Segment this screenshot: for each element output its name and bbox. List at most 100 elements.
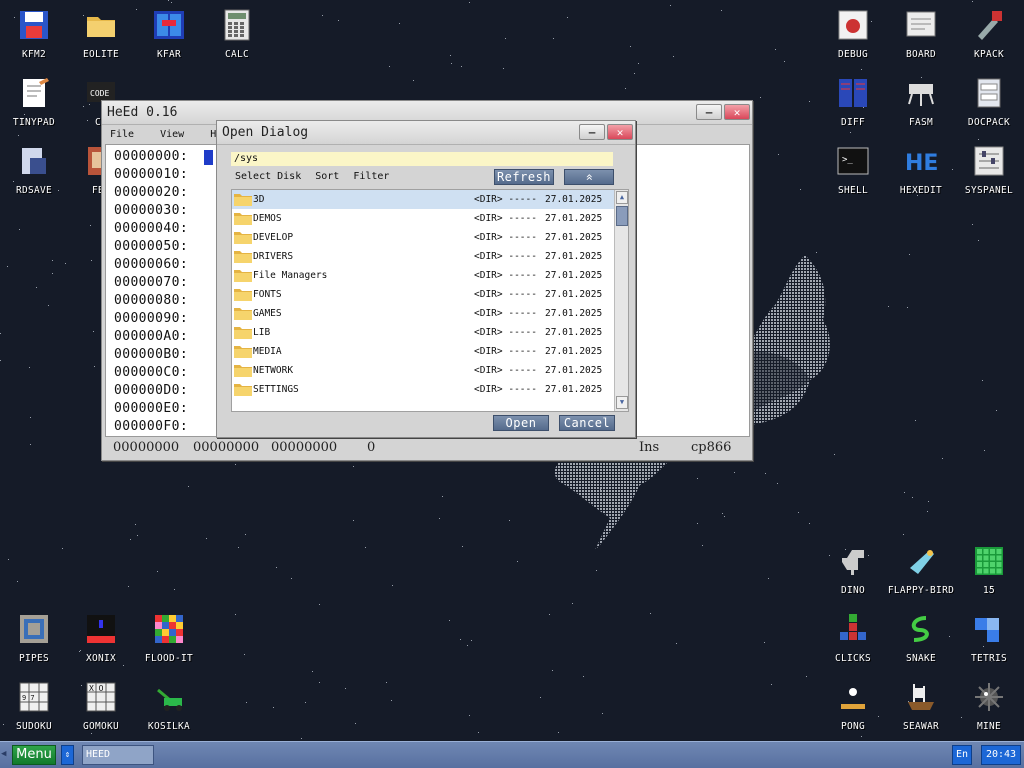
desktop-icon-eolite[interactable]: EOLITE bbox=[67, 0, 135, 66]
scroll-up-icon[interactable]: ▲ bbox=[616, 191, 628, 204]
file-row[interactable]: DEMOS <DIR> ----- 27.01.2025 bbox=[232, 209, 615, 228]
minimize-button[interactable]: – bbox=[696, 104, 722, 120]
file-row[interactable]: NETWORK <DIR> ----- 27.01.2025 bbox=[232, 361, 615, 380]
desktop-icon-debug[interactable]: DEBUG bbox=[819, 0, 887, 66]
desktop-icon-kfm2[interactable]: KFM2 bbox=[0, 0, 68, 66]
desktop-icon-board[interactable]: BOARD bbox=[887, 0, 955, 66]
scroll-thumb[interactable] bbox=[616, 206, 628, 226]
star bbox=[552, 670, 553, 671]
desktop-icon-flappy-bird[interactable]: FLAPPY-BIRD bbox=[881, 536, 961, 602]
clock[interactable]: 20:43 bbox=[981, 745, 1021, 765]
mine-icon bbox=[972, 680, 1006, 714]
star bbox=[517, 561, 518, 562]
taskbar-item-heed[interactable]: HEED bbox=[82, 745, 154, 765]
dialog-minimize-button[interactable]: – bbox=[579, 124, 605, 140]
start-menu-button[interactable]: Menu bbox=[12, 745, 56, 765]
desktop-icon-seawar[interactable]: SEAWAR bbox=[887, 672, 955, 738]
desktop-icon-flood-it[interactable]: FLOOD-IT bbox=[135, 604, 203, 670]
desktop-icon-tinypad[interactable]: TINYPAD bbox=[0, 68, 68, 134]
desktop-icon-dino[interactable]: DINO bbox=[819, 536, 887, 602]
desktop-icon-mine[interactable]: MINE bbox=[955, 672, 1023, 738]
desktop-icon-15[interactable]: 15 bbox=[955, 536, 1023, 602]
desktop-icon-xonix[interactable]: XONIX bbox=[67, 604, 135, 670]
cancel-button[interactable]: Cancel bbox=[559, 415, 615, 431]
desktop-icon-kosilka[interactable]: KOSILKA bbox=[135, 672, 203, 738]
desktop-icon-kfar[interactable]: KFAR bbox=[135, 0, 203, 66]
star bbox=[0, 333, 1, 334]
filter-menu[interactable]: Filter bbox=[353, 171, 389, 182]
file-name: FONTS bbox=[253, 289, 282, 300]
hex-offset: 000000A0: bbox=[114, 329, 189, 344]
open-dialog[interactable]: Open Dialog – ✕ /sys Select Disk Sort Fi… bbox=[216, 120, 636, 438]
desktop-icon-shell[interactable]: >_ SHELL bbox=[819, 136, 887, 202]
star bbox=[469, 715, 470, 716]
desktop-icon-hexedit[interactable]: HE HEXEDIT bbox=[887, 136, 955, 202]
file-row[interactable]: File Managers <DIR> ----- 27.01.2025 bbox=[232, 266, 615, 285]
desktop-icon-label: CLICKS bbox=[834, 653, 872, 664]
file-row[interactable]: LIB <DIR> ----- 27.01.2025 bbox=[232, 323, 615, 342]
close-button[interactable]: ✕ bbox=[724, 104, 750, 120]
file-row[interactable]: GAMES <DIR> ----- 27.01.2025 bbox=[232, 304, 615, 323]
desktop-icon-kpack[interactable]: KPACK bbox=[955, 0, 1023, 66]
file-list-scrollbar[interactable]: ▲ ▼ bbox=[614, 190, 628, 411]
desktop-icon-calc[interactable]: CALC bbox=[203, 0, 271, 66]
desktop-icon-gomoku[interactable]: X O GOMOKU bbox=[67, 672, 135, 738]
file-row[interactable]: 3D <DIR> ----- 27.01.2025 bbox=[232, 190, 615, 209]
lawnmower-icon bbox=[152, 680, 186, 714]
file-row[interactable]: DRIVERS <DIR> ----- 27.01.2025 bbox=[232, 247, 615, 266]
task-switch-button[interactable]: ⇕ bbox=[61, 745, 74, 765]
star bbox=[982, 380, 983, 381]
taskbar-left-arrow-icon[interactable]: ◀ bbox=[1, 749, 6, 759]
dialog-close-button[interactable]: ✕ bbox=[607, 124, 633, 140]
desktop-icon-rdsave[interactable]: RDSAVE bbox=[0, 136, 68, 202]
star bbox=[800, 189, 801, 190]
parent-dir-button[interactable]: » bbox=[564, 169, 614, 185]
hex-offset: 000000D0: bbox=[114, 383, 189, 398]
file-row[interactable]: MEDIA <DIR> ----- 27.01.2025 bbox=[232, 342, 615, 361]
menu-view[interactable]: View bbox=[160, 129, 184, 140]
tetris-icon bbox=[972, 612, 1006, 646]
taskbar: ◀ Menu ⇕ HEED En 20:43 bbox=[0, 741, 1024, 768]
desktop-icon-pipes[interactable]: PIPES bbox=[0, 604, 68, 670]
path-input[interactable]: /sys bbox=[231, 152, 613, 166]
open-button[interactable]: Open bbox=[493, 415, 549, 431]
file-type: <DIR> ----- bbox=[474, 327, 537, 338]
desktop-icon-diff[interactable]: DIFF bbox=[819, 68, 887, 134]
star bbox=[630, 46, 631, 47]
desktop-icon-syspanel[interactable]: SYSPANEL bbox=[955, 136, 1023, 202]
heed-statusbar: 00000000 00000000 00000000 0 Ins cp866 bbox=[105, 439, 750, 459]
menu-file[interactable]: File bbox=[110, 129, 134, 140]
desktop-icon-label: DOCPACK bbox=[967, 117, 1011, 128]
file-type-label: <DIR> bbox=[474, 346, 503, 357]
star bbox=[392, 585, 393, 586]
desktop-icon-sudoku[interactable]: 9 7 SUDOKU bbox=[0, 672, 68, 738]
file-row[interactable]: FONTS <DIR> ----- 27.01.2025 bbox=[232, 285, 615, 304]
star bbox=[509, 520, 510, 521]
desktop-icon-label: FLOOD-IT bbox=[144, 653, 194, 664]
desktop-icon-docpack[interactable]: DOCPACK bbox=[955, 68, 1023, 134]
star bbox=[462, 546, 463, 547]
scroll-down-icon[interactable]: ▼ bbox=[616, 396, 628, 409]
file-row[interactable]: DEVELOP <DIR> ----- 27.01.2025 bbox=[232, 228, 615, 247]
desktop-icon-clicks[interactable]: CLICKS bbox=[819, 604, 887, 670]
dialog-titlebar[interactable]: Open Dialog bbox=[217, 121, 635, 145]
folder-icon bbox=[234, 230, 252, 244]
desktop-icon-fasm[interactable]: FASM bbox=[887, 68, 955, 134]
file-list[interactable]: 3D <DIR> ----- 27.01.2025 DEMOS <DIR> --… bbox=[231, 189, 629, 412]
refresh-button[interactable]: Refresh bbox=[494, 169, 554, 185]
xonix-icon bbox=[84, 612, 118, 646]
desktop-icon-tetris[interactable]: TETRIS bbox=[955, 604, 1023, 670]
star bbox=[0, 360, 1, 361]
language-indicator[interactable]: En bbox=[952, 745, 972, 765]
star bbox=[928, 501, 929, 502]
desktop-icon-snake[interactable]: SNAKE bbox=[887, 604, 955, 670]
star bbox=[450, 55, 451, 56]
select-disk-menu[interactable]: Select Disk bbox=[235, 171, 301, 182]
hex-offset: 00000000: bbox=[114, 149, 189, 164]
desktop-icon-pong[interactable]: PONG bbox=[819, 672, 887, 738]
star bbox=[978, 240, 979, 241]
desktop-icon-label: TINYPAD bbox=[12, 117, 56, 128]
star bbox=[721, 10, 722, 11]
sort-menu[interactable]: Sort bbox=[315, 171, 339, 182]
file-row[interactable]: SETTINGS <DIR> ----- 27.01.2025 bbox=[232, 380, 615, 399]
